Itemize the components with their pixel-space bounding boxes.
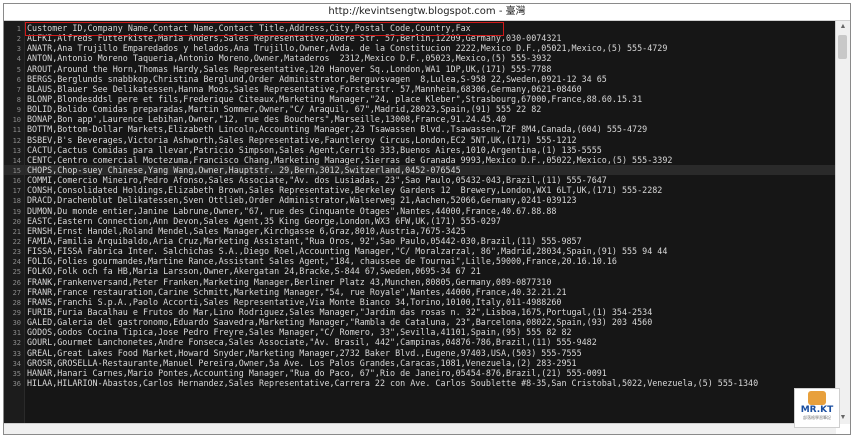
line-text: FISSA,FISSA Fabrica Inter. Salchichas S.… xyxy=(27,246,668,257)
horizontal-scrollbar[interactable] xyxy=(4,423,836,434)
line-text: DUMON,Du monde entier,Janine Labrune,Own… xyxy=(27,205,557,216)
editor-line[interactable]: 24 FOLIG,Folies gourmandes,Martine Rance,… xyxy=(4,256,836,266)
line-text: FAMIA,Familia Arquibaldo,Aria Cruz,Marke… xyxy=(27,235,582,246)
text-editor[interactable]: 1 Customer ID,Company Name,Contact Name,C… xyxy=(4,21,836,424)
editor-line[interactable]: 7 BLAUS,Blauer See Delikatessen,Hanna Moo… xyxy=(4,84,836,94)
line-text: GREAL,Great Lakes Food Market,Howard Sny… xyxy=(27,347,582,358)
line-text: BOTTM,Bottom-Dollar Markets,Elizabeth Li… xyxy=(27,124,648,135)
logo-name: MR.KT xyxy=(800,405,834,415)
line-text: FOLIG,Folies gourmandes,Martine Rance,As… xyxy=(27,256,617,267)
editor-line[interactable]: 23 FISSA,FISSA Fabrica Inter. Salchichas … xyxy=(4,246,836,256)
watermark-logo: MR.KT 部落格學習筆記 xyxy=(794,388,840,428)
line-text: GOURL,Gourmet Lanchonetes,Andre Fonseca,… xyxy=(27,337,597,348)
editor-line[interactable]: 14 CENTC,Centro comercial Moctezuma,Franc… xyxy=(4,155,836,165)
editor-line[interactable]: 9 BOLID,Bolido Comidas preparadas,Martin … xyxy=(4,104,836,114)
editor-line[interactable]: 13 CACTU,Cactus Comidas para llevar,Patri… xyxy=(4,145,836,155)
line-text: HANAR,Hanari Carnes,Mario Pontes,Account… xyxy=(27,367,607,378)
vertical-scrollbar[interactable]: ▲ ▼ xyxy=(835,21,850,424)
line-text: DRACD,Drachenblut Delikatessen,Sven Ottl… xyxy=(27,195,577,206)
line-text: BONAP,Bon app',Laurence Lebihan,Owner,"1… xyxy=(27,114,507,125)
line-text: CHOPS,Chop-suey Chinese,Yang Wang,Owner,… xyxy=(27,164,461,175)
editor-line[interactable]: 1 Customer ID,Company Name,Contact Name,C… xyxy=(4,23,836,33)
editor-line[interactable]: 15 CHOPS,Chop-suey Chinese,Yang Wang,Owne… xyxy=(4,164,836,176)
editor-line[interactable]: 32 GOURL,Gourmet Lanchonetes,Andre Fonsec… xyxy=(4,337,836,347)
editor-line[interactable]: 10 BONAP,Bon app',Laurence Lebihan,Owner,… xyxy=(4,114,836,124)
line-text: FRANS,Franchi S.p.A.,Paolo Accorti,Sales… xyxy=(27,296,562,307)
editor-line[interactable]: 21 ERNSH,Ernst Handel,Roland Mendel,Sales… xyxy=(4,226,836,236)
line-text: GODOS,Godos Cocina Tipica,Jose Pedro Fre… xyxy=(27,327,572,338)
editor-line[interactable]: 30 GALED,Galeria del gastronomo,Eduardo S… xyxy=(4,317,836,327)
editor-line[interactable]: 34 GROSR,GROSELLA-Restaurante,Manuel Pere… xyxy=(4,358,836,368)
scroll-up-icon[interactable]: ▲ xyxy=(836,21,850,33)
editor-line[interactable]: 16 COMMI,Comercio Mineiro,Pedro Afonso,Sa… xyxy=(4,175,836,185)
line-text: BLONP,Blondesddsl pere et fils,Frederiqu… xyxy=(27,93,643,104)
line-text: CENTC,Centro comercial Moctezuma,Francis… xyxy=(27,154,673,165)
line-text: ANATR,Ana Trujillo Emparedados y helados… xyxy=(27,43,668,54)
editor-line[interactable]: 36 HILAA,HILARION-Abastos,Carlos Hernande… xyxy=(4,378,836,388)
line-text: Customer ID,Company Name,Contact Name,Co… xyxy=(27,23,471,33)
line-text: COMMI,Comercio Mineiro,Pedro Afonso,Sale… xyxy=(27,175,607,186)
line-text: BLAUS,Blauer See Delikatessen,Hanna Moos… xyxy=(27,83,582,94)
line-text: GALED,Galeria del gastronomo,Eduardo Saa… xyxy=(27,317,653,328)
logo-icon xyxy=(808,391,826,405)
line-text: ERNSH,Ernst Handel,Roland Mendel,Sales M… xyxy=(27,225,466,236)
line-text: BERGS,Berglunds snabbkop,Christina Bergl… xyxy=(27,73,607,84)
logo-tagline: 部落格學習筆記 xyxy=(803,415,831,420)
editor-line[interactable]: 31 GODOS,Godos Cocina Tipica,Jose Pedro F… xyxy=(4,327,836,337)
editor-line[interactable]: 22 FAMIA,Familia Arquibaldo,Aria Cruz,Mar… xyxy=(4,236,836,246)
line-text: EASTC,Eastern Connection,Ann Devon,Sales… xyxy=(27,215,501,226)
line-text: ALFKI,Alfreds Futterkiste,Maria Anders,S… xyxy=(27,33,562,44)
editor-line[interactable]: 4 ANTON,Antonio Moreno Taqueria,Antonio M… xyxy=(4,53,836,63)
line-text: FURIB,Furia Bacalhau e Frutos do Mar,Lin… xyxy=(27,306,653,317)
editor-line[interactable]: 8 BLONP,Blondesddsl pere et fils,Frederiq… xyxy=(4,94,836,104)
editor-line[interactable]: 26 FRANK,Frankenversand,Peter Franken,Mar… xyxy=(4,277,836,287)
editor-line[interactable]: 2 ALFKI,Alfreds Futterkiste,Maria Anders,… xyxy=(4,33,836,43)
editor-line[interactable]: 20 EASTC,Eastern Connection,Ann Devon,Sal… xyxy=(4,216,836,226)
line-text: FOLKO,Folk och fa HB,Maria Larsson,Owner… xyxy=(27,266,481,277)
line-text: CONSH,Consolidated Holdings,Elizabeth Br… xyxy=(27,185,663,196)
editor-line[interactable]: 18 DRACD,Drachenblut Delikatessen,Sven Ot… xyxy=(4,195,836,205)
line-text: BSBEV,B's Beverages,Victoria Ashworth,Sa… xyxy=(27,134,577,145)
line-text: BOLID,Bolido Comidas preparadas,Martin S… xyxy=(27,104,542,115)
line-text: GROSR,GROSELLA-Restaurante,Manuel Pereir… xyxy=(27,357,577,368)
line-text: AROUT,Around the Horn,Thomas Hardy,Sales… xyxy=(27,63,552,74)
editor-line[interactable]: 35 HANAR,Hanari Carnes,Mario Pontes,Accou… xyxy=(4,368,836,378)
editor-line[interactable]: 33 GREAL,Great Lakes Food Market,Howard S… xyxy=(4,348,836,358)
line-text: FRANR,France restauration,Carine Schmitt… xyxy=(27,286,567,297)
editor-line[interactable]: 28 FRANS,Franchi S.p.A.,Paolo Accorti,Sal… xyxy=(4,297,836,307)
line-text: FRANK,Frankenversand,Peter Franken,Marke… xyxy=(27,276,552,287)
editor-line[interactable]: 25 FOLKO,Folk och fa HB,Maria Larsson,Own… xyxy=(4,266,836,276)
editor-line[interactable]: 3 ANATR,Ana Trujillo Emparedados y helado… xyxy=(4,43,836,53)
editor-window: http://kevintsengtw.blogspot.com - 臺灣 1C… xyxy=(3,3,851,435)
editor-line[interactable]: 27 FRANR,France restauration,Carine Schmi… xyxy=(4,287,836,297)
line-text: ANTON,Antonio Moreno Taqueria,Antonio Mo… xyxy=(27,53,552,64)
editor-line[interactable]: 17 CONSH,Consolidated Holdings,Elizabeth … xyxy=(4,185,836,195)
editor-line[interactable]: 5 AROUT,Around the Horn,Thomas Hardy,Sale… xyxy=(4,64,836,74)
editor-line[interactable]: 11 BOTTM,Bottom-Dollar Markets,Elizabeth … xyxy=(4,124,836,134)
editor-line[interactable]: 6 BERGS,Berglunds snabbkop,Christina Berg… xyxy=(4,74,836,84)
window-title: http://kevintsengtw.blogspot.com - 臺灣 xyxy=(4,4,850,21)
line-text: CACTU,Cactus Comidas para llevar,Patrici… xyxy=(27,144,602,155)
editor-line[interactable]: 29 FURIB,Furia Bacalhau e Frutos do Mar,L… xyxy=(4,307,836,317)
line-number: 36 xyxy=(12,379,21,388)
line-text: HILAA,HILARION-Abastos,Carlos Hernandez,… xyxy=(27,377,759,388)
editor-line[interactable]: 12 BSBEV,B's Beverages,Victoria Ashworth,… xyxy=(4,135,836,145)
editor-line[interactable]: 19 DUMON,Du monde entier,Janine Labrune,O… xyxy=(4,206,836,216)
scrollbar-thumb[interactable] xyxy=(838,35,847,59)
editor-lines[interactable]: 1 Customer ID,Company Name,Contact Name,C… xyxy=(4,23,836,388)
